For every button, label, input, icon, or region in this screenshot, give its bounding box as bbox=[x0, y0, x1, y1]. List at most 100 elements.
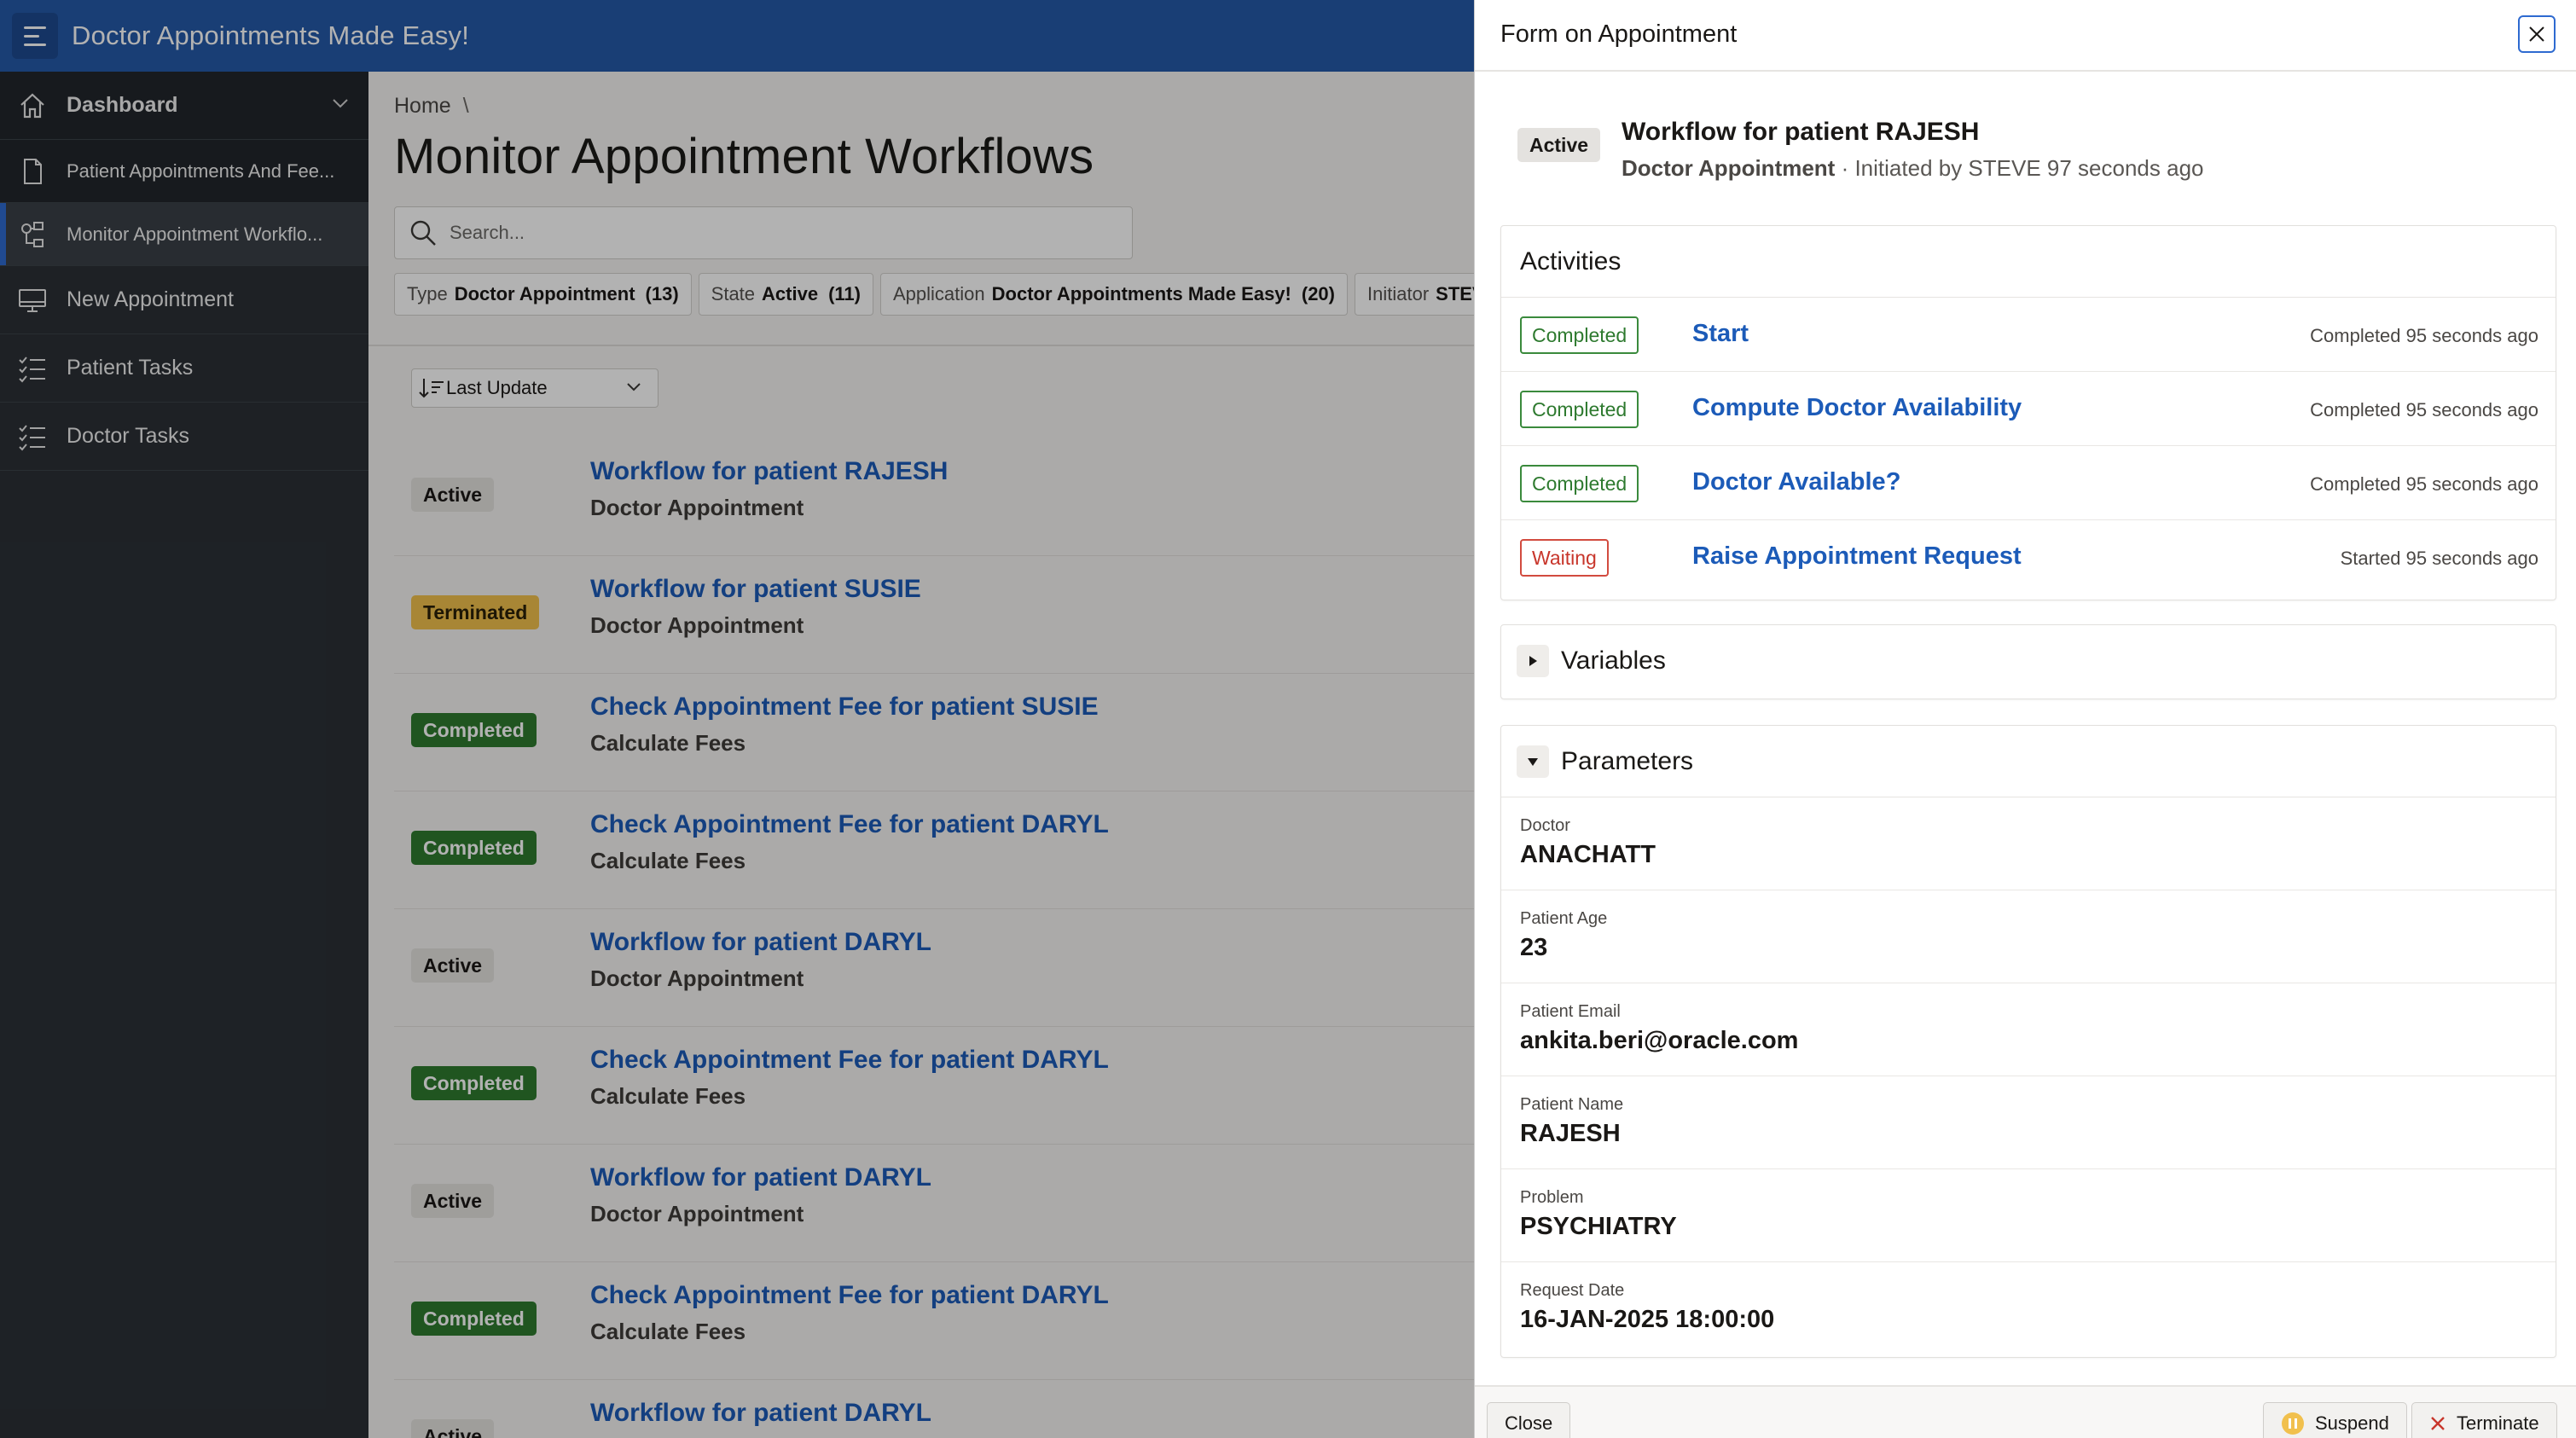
facet-count: (13) bbox=[645, 283, 679, 304]
facet-value: Doctor Appointments Made Easy! bbox=[991, 283, 1291, 304]
sidebar-item-patient-tasks[interactable]: Patient Tasks bbox=[0, 334, 368, 403]
workflow-subtitle: Doctor Appointment bbox=[590, 1201, 804, 1226]
workflow-summary-title: Workflow for patient RAJESH bbox=[1622, 118, 1980, 146]
close-button[interactable] bbox=[2518, 15, 2556, 53]
activity-link[interactable]: Raise Appointment Request bbox=[1692, 542, 2022, 571]
activities-header: Activities bbox=[1501, 226, 2556, 298]
terminate-button[interactable]: Terminate bbox=[2411, 1402, 2557, 1438]
workflow-row[interactable]: Completed Check Appointment Fee for pati… bbox=[394, 791, 1474, 909]
parameter-doctor: Doctor ANACHATT bbox=[1501, 797, 2556, 890]
search-box bbox=[394, 206, 1133, 259]
facet-key: Initiator bbox=[1367, 283, 1430, 304]
drawer-title: Form on Appointment bbox=[1500, 20, 1738, 48]
workflow-title-link[interactable]: Check Appointment Fee for patient DARYL bbox=[590, 1046, 1109, 1075]
sidebar-item-label: Doctor Tasks bbox=[67, 424, 190, 448]
activity-row: Waiting Raise Appointment Request Starte… bbox=[1501, 520, 2556, 594]
parameter-label: Problem bbox=[1520, 1188, 1584, 1207]
status-badge: Completed bbox=[411, 1066, 537, 1100]
facet-chip-state[interactable]: State Active (11) bbox=[698, 273, 873, 316]
app-title[interactable]: Doctor Appointments Made Easy! bbox=[72, 20, 469, 51]
close-icon bbox=[2529, 26, 2544, 42]
variables-heading: Variables bbox=[1561, 647, 1666, 675]
sidebar-nav: Dashboard Patient Appointments And Fee..… bbox=[0, 72, 368, 1438]
status-badge: Active bbox=[1517, 128, 1601, 162]
workflow-summary: Active Workflow for patient RAJESH Docto… bbox=[1517, 107, 2541, 210]
workflow-row[interactable]: Active Workflow for patient RAJESH Docto… bbox=[394, 438, 1474, 556]
sort-icon bbox=[419, 379, 444, 398]
activity-row: Completed Start Completed 95 seconds ago bbox=[1501, 298, 2556, 372]
workflow-row[interactable]: Active Workflow for patient DARYL Doctor… bbox=[394, 909, 1474, 1027]
activities-heading: Activities bbox=[1520, 246, 1622, 275]
parameter-patient-email: Patient Email ankita.beri@oracle.com bbox=[1501, 983, 2556, 1076]
workflow-row[interactable]: Completed Check Appointment Fee for pati… bbox=[394, 674, 1474, 791]
activities-card: Activities Completed Start Completed 95 … bbox=[1500, 225, 2556, 600]
facet-count: (11) bbox=[828, 283, 861, 304]
home-icon bbox=[15, 89, 49, 123]
activity-link[interactable]: Start bbox=[1692, 320, 1749, 348]
workflow-row[interactable]: Terminated Workflow for patient SUSIE Do… bbox=[394, 556, 1474, 674]
facet-chip-initiator[interactable]: Initiator STEVE bbox=[1355, 273, 1474, 316]
facet-chip-application[interactable]: Application Doctor Appointments Made Eas… bbox=[880, 273, 1348, 316]
workflow-row[interactable]: Completed Check Appointment Fee for pati… bbox=[394, 1262, 1474, 1380]
page-title: Monitor Appointment Workflows bbox=[394, 129, 1094, 184]
close-drawer-button[interactable]: Close bbox=[1487, 1402, 1571, 1438]
sidebar-item-patient-appointments[interactable]: Patient Appointments And Fee... bbox=[0, 140, 368, 203]
parameter-label: Doctor bbox=[1520, 816, 1570, 835]
sidebar-item-new-appointment[interactable]: New Appointment bbox=[0, 266, 368, 334]
close-icon bbox=[2429, 1415, 2446, 1432]
status-badge: Active bbox=[411, 1184, 495, 1218]
workflow-subtitle: Calculate Fees bbox=[590, 848, 746, 873]
workflow-title-link[interactable]: Workflow for patient SUSIE bbox=[590, 575, 921, 604]
workflow-summary-subtitle: Doctor Appointment · Initiated by STEVE … bbox=[1622, 155, 2204, 182]
status-badge: Terminated bbox=[411, 595, 540, 629]
workflow-title-link[interactable]: Workflow for patient DARYL bbox=[590, 928, 931, 957]
drawer-header: Form on Appointment bbox=[1475, 0, 2576, 72]
activity-status-badge: Completed bbox=[1520, 391, 1639, 428]
activity-row: Completed Compute Doctor Availability Co… bbox=[1501, 372, 2556, 446]
sort-select[interactable]: Last Update bbox=[411, 368, 659, 408]
workflow-initiated: · Initiated by STEVE 97 seconds ago bbox=[1841, 155, 2204, 181]
workflow-title-link[interactable]: Check Appointment Fee for patient DARYL bbox=[590, 810, 1109, 839]
drawer-footer: Close Suspend Terminate bbox=[1475, 1385, 2576, 1438]
parameter-request-date: Request Date 16-JAN-2025 18:00:00 bbox=[1501, 1262, 2556, 1355]
suspend-label: Suspend bbox=[2315, 1412, 2389, 1434]
collapse-toggle[interactable] bbox=[1517, 745, 1549, 778]
breadcrumb-home-link[interactable]: Home bbox=[394, 94, 451, 118]
workflow-title-link[interactable]: Workflow for patient RAJESH bbox=[590, 457, 948, 486]
workflow-title-link[interactable]: Workflow for patient DARYL bbox=[590, 1163, 931, 1192]
activity-status-badge: Completed bbox=[1520, 316, 1639, 354]
facet-chip-type[interactable]: Type Doctor Appointment (13) bbox=[394, 273, 692, 316]
facet-value: Doctor Appointment bbox=[454, 283, 635, 304]
checklist-icon bbox=[15, 420, 49, 454]
workflow-title-link[interactable]: Workflow for patient DARYL bbox=[590, 1399, 931, 1428]
workflow-row[interactable]: Active Workflow for patient DARYL bbox=[394, 1380, 1474, 1438]
search-input[interactable] bbox=[450, 222, 1098, 244]
status-badge: Completed bbox=[411, 713, 537, 747]
sidebar-item-doctor-tasks[interactable]: Doctor Tasks bbox=[0, 403, 368, 471]
suspend-button[interactable]: Suspend bbox=[2263, 1402, 2407, 1438]
status-badge: Active bbox=[411, 1419, 495, 1438]
workflow-title-link[interactable]: Check Appointment Fee for patient DARYL bbox=[590, 1281, 1109, 1310]
sidebar-item-label: Patient Tasks bbox=[67, 356, 194, 380]
chevron-down-icon[interactable] bbox=[331, 97, 350, 109]
breadcrumb: Home \ bbox=[394, 94, 469, 119]
workflow-title-link[interactable]: Check Appointment Fee for patient SUSIE bbox=[590, 693, 1099, 722]
parameters-header[interactable]: Parameters bbox=[1501, 726, 2556, 797]
sidebar-item-dashboard[interactable]: Dashboard bbox=[0, 72, 368, 140]
parameter-label: Patient Name bbox=[1520, 1095, 1624, 1114]
workflow-icon bbox=[15, 217, 49, 252]
workflow-row[interactable]: Active Workflow for patient DARYL Doctor… bbox=[394, 1145, 1474, 1262]
expand-toggle[interactable] bbox=[1517, 645, 1549, 677]
hamburger-menu-icon[interactable] bbox=[12, 13, 58, 59]
activity-time: Completed 95 seconds ago bbox=[2310, 399, 2538, 420]
activity-status-badge: Waiting bbox=[1520, 539, 1609, 577]
parameter-value: PSYCHIATRY bbox=[1520, 1213, 1677, 1240]
activity-status-badge: Completed bbox=[1520, 465, 1639, 502]
activity-link[interactable]: Compute Doctor Availability bbox=[1692, 394, 2022, 422]
parameter-value: ankita.beri@oracle.com bbox=[1520, 1027, 1799, 1054]
variables-header[interactable]: Variables bbox=[1501, 625, 2556, 697]
parameter-value: 16-JAN-2025 18:00:00 bbox=[1520, 1306, 1775, 1333]
sidebar-item-monitor-workflows[interactable]: Monitor Appointment Workflo... bbox=[0, 203, 368, 266]
workflow-row[interactable]: Completed Check Appointment Fee for pati… bbox=[394, 1027, 1474, 1145]
activity-link[interactable]: Doctor Available? bbox=[1692, 468, 1900, 496]
